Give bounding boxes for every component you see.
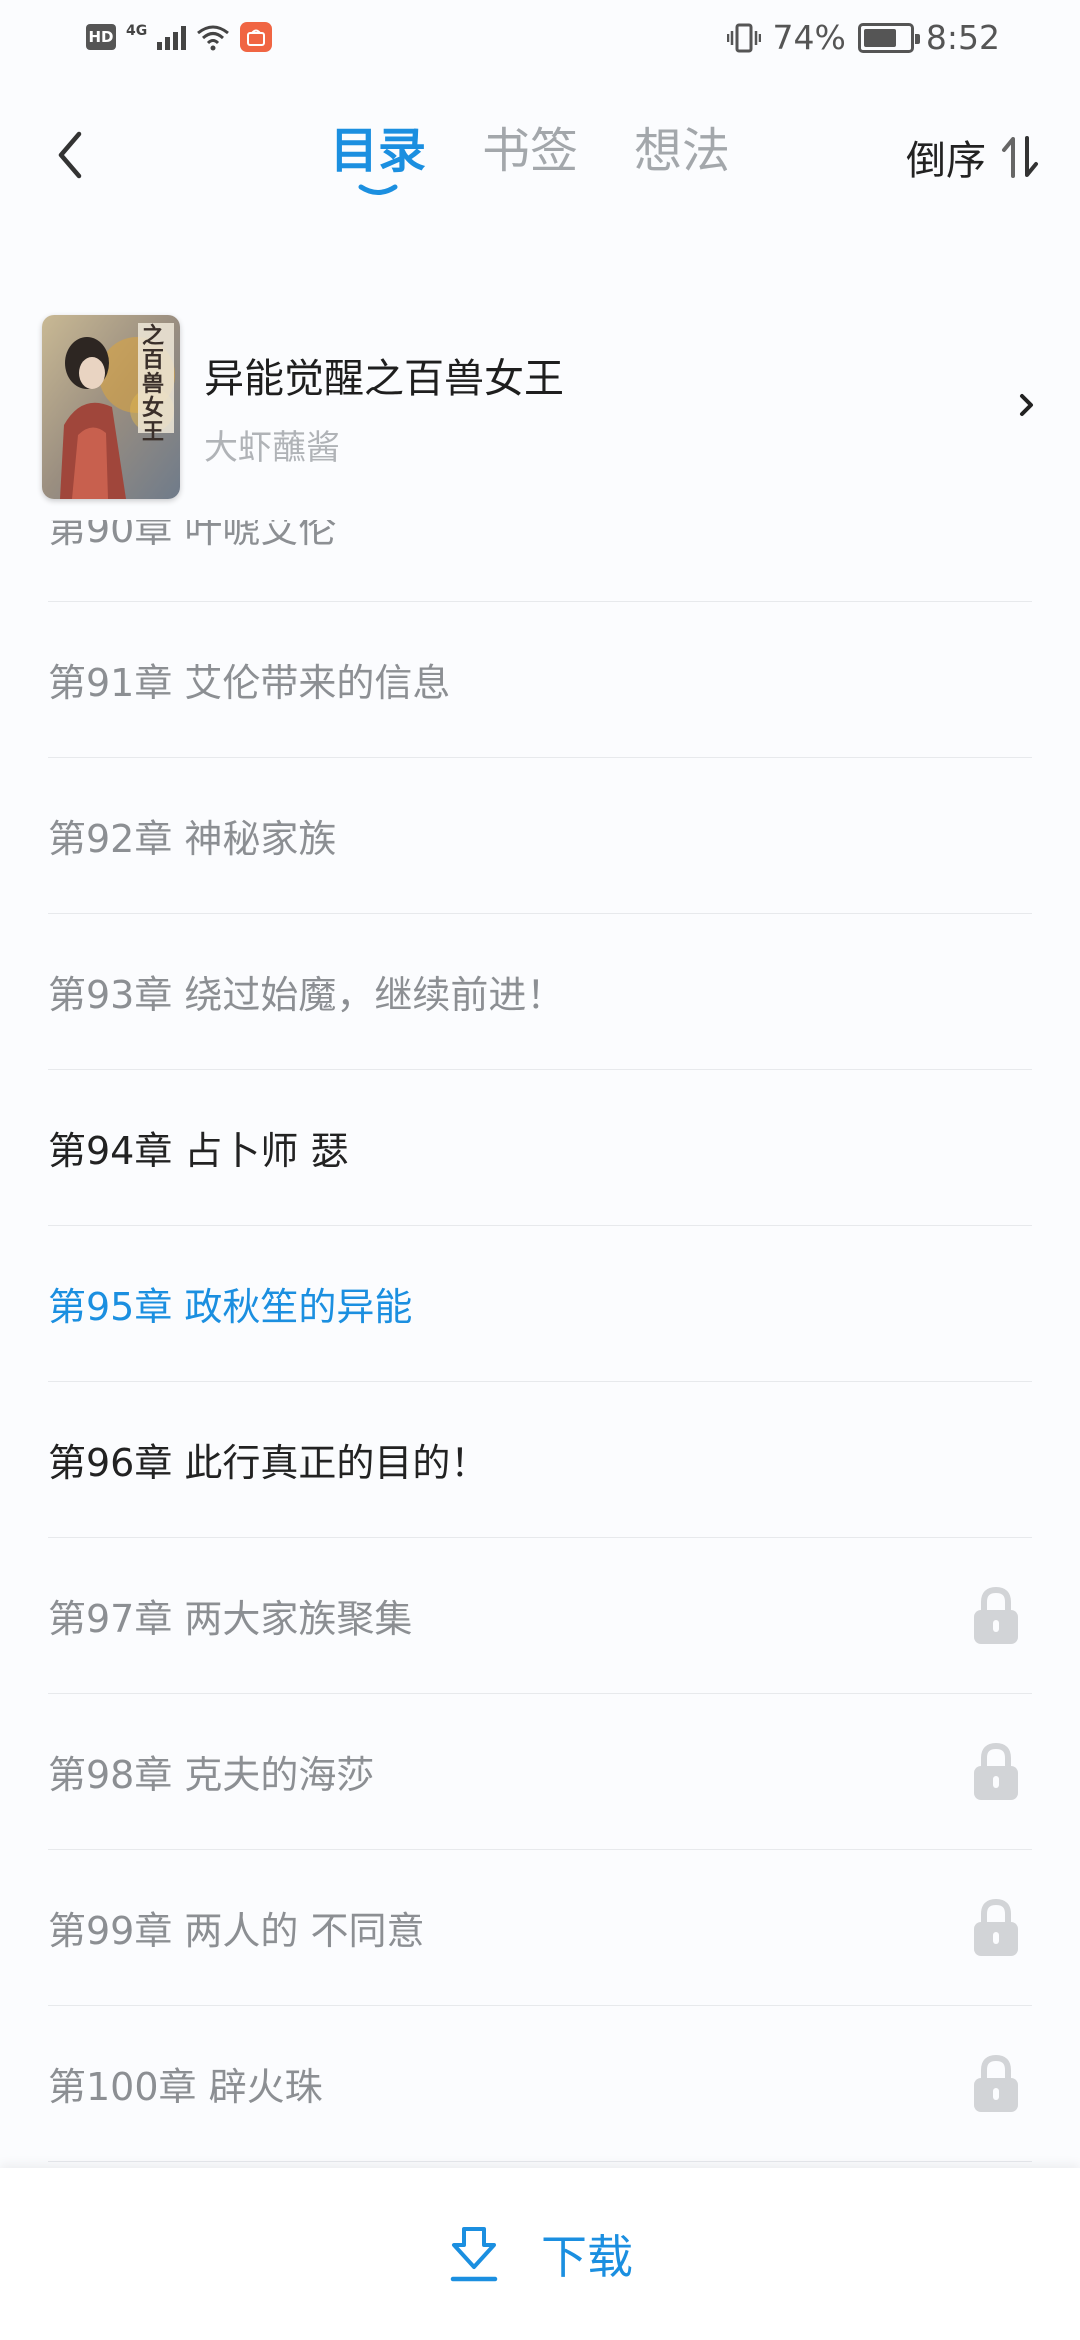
tab-contents[interactable]: 目录 <box>330 116 426 196</box>
tab-bar: 目录 书签 想法 <box>330 116 730 196</box>
battery-icon <box>857 22 920 53</box>
chapter-title: 第92章 神秘家族 <box>48 817 337 861</box>
chapter-item[interactable]: 第93章 绕过始魔，继续前进！ <box>48 914 1032 1070</box>
tab-active-indicator <box>358 184 398 195</box>
chapter-list: 第90章 叶唬艾伦 第91章 艾伦带来的信息 第92章 神秘家族 第93章 绕过始魔，… <box>48 448 1032 2162</box>
hd-icon: HD <box>86 24 116 50</box>
lock-icon <box>974 1742 1018 1800</box>
nav-header: 目录 书签 想法 倒序 <box>0 100 1080 210</box>
chapter-item[interactable]: 第100章 辟火珠 <box>48 2006 1032 2162</box>
chapter-item[interactable]: 第99章 两人的 不同意 <box>48 1850 1032 2006</box>
network-type: 4G <box>126 23 148 39</box>
download-bar[interactable]: 下载 <box>0 2168 1080 2340</box>
chevron-right-icon <box>1020 394 1033 416</box>
tab-bookmarks-label: 书签 <box>482 123 579 179</box>
tab-thoughts[interactable]: 想法 <box>634 116 730 196</box>
book-title: 异能觉醒之百兽女王 <box>204 356 564 402</box>
chapter-title: 第100章 辟火珠 <box>48 2065 323 2109</box>
vibrate-icon <box>726 23 761 52</box>
chapter-title: 第93章 绕过始魔，继续前进！ <box>48 973 565 1017</box>
chapter-title: 第97章 两大家族聚集 <box>48 1597 413 1641</box>
status-bar: HD 4G 74% 8:52 <box>0 0 1080 80</box>
sort-toggle[interactable]: 倒序 <box>906 128 1040 186</box>
tab-thoughts-label: 想法 <box>634 123 731 179</box>
chapter-title: 第94章 占卜师 瑟 <box>48 1129 349 1173</box>
chapter-item[interactable]: 第96章 此行真正的目的！ <box>48 1382 1032 1538</box>
chapter-item[interactable]: 第97章 两大家族聚集 <box>48 1538 1032 1694</box>
download-label: 下载 <box>541 2230 633 2284</box>
sort-arrows-icon <box>1002 136 1038 178</box>
tab-bookmarks[interactable]: 书签 <box>482 116 578 196</box>
chapter-title: 第98章 克夫的海莎 <box>48 1753 375 1797</box>
battery-percent: 74% <box>772 18 846 57</box>
chapter-item[interactable]: 第92章 神秘家族 <box>48 758 1032 914</box>
tab-contents-label: 目录 <box>330 123 427 179</box>
lock-icon <box>974 1898 1018 1956</box>
status-left: HD 4G <box>86 22 273 52</box>
chapter-item[interactable]: 第98章 克夫的海莎 <box>48 1694 1032 1850</box>
chapter-item[interactable]: 第91章 艾伦带来的信息 <box>48 602 1032 758</box>
chapter-title: 第91章 艾伦带来的信息 <box>48 661 451 705</box>
lock-icon <box>974 1586 1018 1644</box>
back-button[interactable] <box>40 120 100 190</box>
book-cover: 之百兽女王 <box>42 315 180 499</box>
lock-icon <box>974 2054 1018 2112</box>
sort-label: 倒序 <box>906 138 986 184</box>
chapter-title: 第95章 政秋笙的异能 <box>48 1285 413 1329</box>
wifi-icon <box>197 25 230 51</box>
book-header[interactable]: 之百兽女王 异能觉醒之百兽女王 大虾蘸酱 <box>0 300 1080 520</box>
chevron-left-icon <box>58 131 82 179</box>
app-notification-icon <box>240 22 273 52</box>
signal-icon <box>157 24 187 50</box>
clock: 8:52 <box>925 18 1000 57</box>
download-icon <box>450 2227 498 2282</box>
chapter-title: 第96章 此行真正的目的！ <box>48 1441 489 1485</box>
status-right: 74% 8:52 <box>726 18 1000 57</box>
cover-title-text: 之百兽女王 <box>142 324 165 445</box>
book-author: 大虾蘸酱 <box>204 428 340 468</box>
chapter-title: 第99章 两人的 不同意 <box>48 1909 425 1953</box>
battery-fill <box>863 28 897 47</box>
chapter-item[interactable]: 第95章 政秋笙的异能 <box>48 1226 1032 1382</box>
chapter-item[interactable]: 第94章 占卜师 瑟 <box>48 1070 1032 1226</box>
